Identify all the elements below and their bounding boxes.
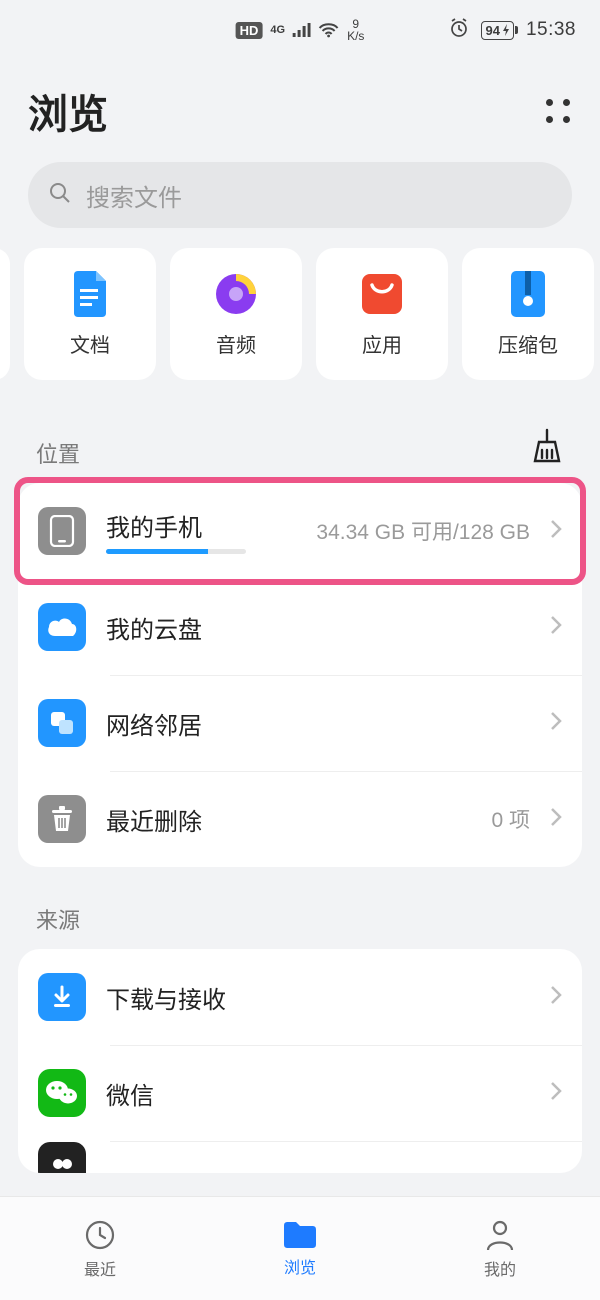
row-title: 网络邻居 bbox=[106, 706, 530, 741]
chevron-right-icon bbox=[550, 615, 562, 640]
wechat-icon bbox=[38, 1069, 86, 1117]
row-title: 下载与接收 bbox=[106, 980, 530, 1015]
source-wechat[interactable]: 微信 bbox=[18, 1045, 582, 1141]
network-icon bbox=[38, 699, 86, 747]
nav-label: 最近 bbox=[84, 1256, 116, 1280]
locations-card: 我的手机 34.34 GB 可用/128 GB 我的云盘 网络邻居 最近删除 0… bbox=[18, 483, 582, 867]
category-documents[interactable]: 文档 bbox=[24, 248, 156, 380]
apps-icon bbox=[359, 271, 405, 317]
section-header-sources: 来源 bbox=[0, 867, 600, 949]
category-audio[interactable]: 音频 bbox=[170, 248, 302, 380]
wifi-icon bbox=[319, 23, 339, 38]
download-icon bbox=[38, 973, 86, 1021]
sources-card: 下载与接收 微信 bbox=[18, 949, 582, 1173]
row-title: 我的手机 bbox=[106, 508, 296, 543]
category-apps[interactable]: 应用 bbox=[316, 248, 448, 380]
row-title: 微信 bbox=[106, 1076, 530, 1111]
storage-bar bbox=[106, 549, 246, 554]
charging-icon bbox=[502, 24, 510, 36]
location-trash[interactable]: 最近删除 0 项 bbox=[18, 771, 582, 867]
section-header-locations: 位置 bbox=[0, 380, 600, 483]
app-icon bbox=[38, 1142, 86, 1173]
category-archives[interactable]: 压缩包 bbox=[462, 248, 594, 380]
phone-icon bbox=[38, 507, 86, 555]
location-cloud[interactable]: 我的云盘 bbox=[18, 579, 582, 675]
search-icon bbox=[48, 181, 72, 210]
location-network[interactable]: 网络邻居 bbox=[18, 675, 582, 771]
search-container: 搜索文件 bbox=[0, 162, 600, 248]
archive-icon bbox=[505, 271, 551, 317]
row-title: 我的云盘 bbox=[106, 610, 530, 645]
bottom-nav: 最近 浏览 我的 bbox=[0, 1196, 600, 1300]
source-item-partial[interactable] bbox=[18, 1141, 582, 1173]
chevron-right-icon bbox=[550, 807, 562, 832]
category-label: 应用 bbox=[362, 329, 402, 358]
page-header: 浏览 bbox=[0, 60, 600, 162]
network-type: 4G bbox=[270, 24, 285, 36]
alarm-icon bbox=[449, 18, 469, 43]
category-label: 音频 bbox=[216, 329, 256, 358]
signal-icon bbox=[293, 23, 311, 37]
chevron-right-icon bbox=[550, 519, 562, 544]
nav-browse[interactable]: 浏览 bbox=[200, 1197, 400, 1300]
cleanup-button[interactable] bbox=[530, 428, 564, 469]
chevron-right-icon bbox=[550, 1081, 562, 1106]
nav-recent[interactable]: 最近 bbox=[0, 1197, 200, 1300]
category-scroll[interactable]: 文档 音频 应用 压缩包 bbox=[0, 248, 600, 380]
status-right: 94 15:38 bbox=[449, 18, 576, 43]
nav-me[interactable]: 我的 bbox=[400, 1197, 600, 1300]
clock: 15:38 bbox=[526, 19, 576, 41]
cloud-icon bbox=[38, 603, 86, 651]
search-placeholder: 搜索文件 bbox=[86, 178, 182, 213]
chevron-right-icon bbox=[550, 985, 562, 1010]
network-speed: 9K/s bbox=[347, 18, 364, 42]
audio-icon bbox=[213, 271, 259, 317]
source-downloads[interactable]: 下载与接收 bbox=[18, 949, 582, 1045]
trash-icon bbox=[38, 795, 86, 843]
category-label: 文档 bbox=[70, 329, 110, 358]
section-title: 来源 bbox=[36, 903, 80, 935]
category-stub-left bbox=[0, 248, 10, 380]
category-label: 压缩包 bbox=[498, 329, 558, 358]
hd-badge: HD bbox=[236, 22, 263, 39]
status-indicators: HD 4G 9K/s bbox=[236, 18, 365, 42]
nav-label: 我的 bbox=[484, 1256, 516, 1280]
page-title: 浏览 bbox=[28, 82, 108, 140]
chevron-right-icon bbox=[550, 711, 562, 736]
status-bar: HD 4G 9K/s 94 15:38 bbox=[0, 0, 600, 60]
more-menu-button[interactable] bbox=[544, 97, 572, 125]
battery-indicator: 94 bbox=[481, 21, 513, 40]
trash-count: 0 项 bbox=[491, 804, 530, 834]
nav-label: 浏览 bbox=[284, 1254, 316, 1278]
location-my-phone[interactable]: 我的手机 34.34 GB 可用/128 GB bbox=[18, 483, 582, 579]
storage-meta: 34.34 GB 可用/128 GB bbox=[316, 516, 530, 546]
row-title: 最近删除 bbox=[106, 802, 471, 837]
document-icon bbox=[67, 271, 113, 317]
search-input[interactable]: 搜索文件 bbox=[28, 162, 572, 228]
section-title: 位置 bbox=[36, 437, 80, 469]
